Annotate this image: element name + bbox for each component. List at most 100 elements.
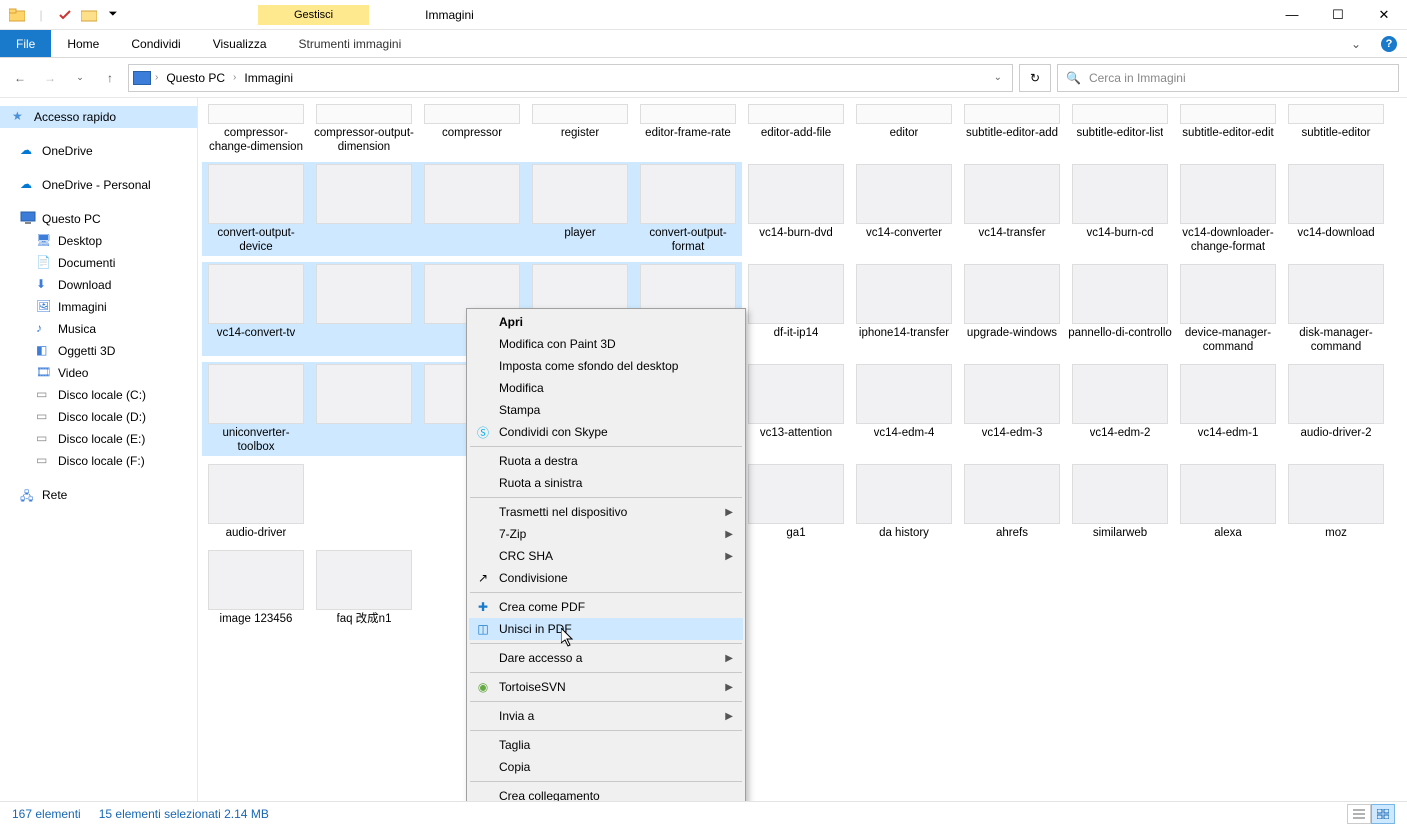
- close-button[interactable]: ✕: [1361, 0, 1407, 30]
- check-properties-icon[interactable]: [54, 4, 76, 26]
- recent-dropdown-icon[interactable]: ⌄: [68, 66, 92, 90]
- tree-disk-f[interactable]: ▭Disco locale (F:): [0, 450, 197, 472]
- tree-documents[interactable]: 📄Documenti: [0, 252, 197, 274]
- up-button[interactable]: ↑: [98, 66, 122, 90]
- view-thumbnails-button[interactable]: [1371, 804, 1395, 824]
- ctx-open[interactable]: Apri: [469, 311, 743, 333]
- tree-disk-d[interactable]: ▭Disco locale (D:): [0, 406, 197, 428]
- ribbon-collapse-icon[interactable]: ⌄: [1341, 30, 1371, 57]
- tree-images[interactable]: 🖼Immagini: [0, 296, 197, 318]
- tree-disk-c[interactable]: ▭Disco locale (C:): [0, 384, 197, 406]
- file-item[interactable]: vc14-burn-cd: [1066, 162, 1174, 256]
- minimize-button[interactable]: —: [1269, 0, 1315, 30]
- tree-music[interactable]: ♪Musica: [0, 318, 197, 340]
- file-item[interactable]: upgrade-windows: [958, 262, 1066, 356]
- tree-desktop[interactable]: 🖥Desktop: [0, 230, 197, 252]
- help-button[interactable]: ?: [1371, 30, 1407, 57]
- ctx-print[interactable]: Stampa: [469, 399, 743, 421]
- file-item[interactable]: subtitle-editor-edit: [1174, 102, 1282, 156]
- file-item[interactable]: register: [526, 102, 634, 156]
- file-item[interactable]: compressor: [418, 102, 526, 156]
- file-item[interactable]: disk-manager-command: [1282, 262, 1390, 356]
- tree-quick-access[interactable]: ★Accesso rapido: [0, 106, 197, 128]
- tab-file[interactable]: File: [0, 30, 51, 57]
- address-bar[interactable]: › Questo PC › Immagini ⌄: [128, 64, 1013, 92]
- tree-network[interactable]: 🖧Rete: [0, 484, 197, 506]
- file-item[interactable]: [310, 262, 418, 356]
- file-item[interactable]: vc13-attention: [742, 362, 850, 456]
- tree-this-pc[interactable]: Questo PC: [0, 208, 197, 230]
- file-item[interactable]: compressor-output-dimension: [310, 102, 418, 156]
- file-item[interactable]: [418, 162, 526, 256]
- chevron-right-icon[interactable]: ›: [155, 72, 158, 83]
- tree-3d-objects[interactable]: ◧Oggetti 3D: [0, 340, 197, 362]
- file-item[interactable]: similarweb: [1066, 462, 1174, 542]
- ctx-rotate-left[interactable]: Ruota a sinistra: [469, 472, 743, 494]
- file-item[interactable]: audio-driver-2: [1282, 362, 1390, 456]
- tab-home[interactable]: Home: [51, 30, 115, 57]
- ctx-give-access[interactable]: Dare accesso a▶: [469, 647, 743, 669]
- tree-download[interactable]: ⬇Download: [0, 274, 197, 296]
- file-item[interactable]: vc14-convert-tv: [202, 262, 310, 356]
- file-item[interactable]: vc14-download: [1282, 162, 1390, 256]
- file-item[interactable]: subtitle-editor-list: [1066, 102, 1174, 156]
- ctx-rotate-right[interactable]: Ruota a destra: [469, 450, 743, 472]
- breadcrumb-folder[interactable]: Immagini: [240, 69, 297, 87]
- file-item[interactable]: editor-add-file: [742, 102, 850, 156]
- file-item[interactable]: [310, 362, 418, 456]
- ctx-merge-pdf[interactable]: ◫Unisci in PDF: [469, 618, 743, 640]
- file-item[interactable]: moz: [1282, 462, 1390, 542]
- file-item[interactable]: ga1: [742, 462, 850, 542]
- file-item[interactable]: subtitle-editor: [1282, 102, 1390, 156]
- file-item[interactable]: vc14-edm-2: [1066, 362, 1174, 456]
- file-item[interactable]: player: [526, 162, 634, 256]
- back-button[interactable]: ←: [8, 66, 32, 90]
- ctx-create-pdf[interactable]: ✚Crea come PDF: [469, 596, 743, 618]
- content-pane[interactable]: compressor-change-dimensioncompressor-ou…: [198, 98, 1407, 801]
- file-item[interactable]: vc14-edm-4: [850, 362, 958, 456]
- file-item[interactable]: iphone14-transfer: [850, 262, 958, 356]
- file-item[interactable]: convert-output-format: [634, 162, 742, 256]
- file-item[interactable]: ahrefs: [958, 462, 1066, 542]
- file-item[interactable]: df-it-ip14: [742, 262, 850, 356]
- file-item[interactable]: vc14-edm-3: [958, 362, 1066, 456]
- file-item[interactable]: uniconverter-toolbox: [202, 362, 310, 456]
- tree-onedrive-personal[interactable]: ☁OneDrive - Personal: [0, 174, 197, 196]
- file-item[interactable]: faq 改成n1: [310, 548, 418, 628]
- view-details-button[interactable]: [1347, 804, 1371, 824]
- tree-disk-e[interactable]: ▭Disco locale (E:): [0, 428, 197, 450]
- file-item[interactable]: editor: [850, 102, 958, 156]
- ctx-copy[interactable]: Copia: [469, 756, 743, 778]
- refresh-button[interactable]: ↻: [1019, 64, 1051, 92]
- file-item[interactable]: convert-output-device: [202, 162, 310, 256]
- breadcrumb-pc[interactable]: Questo PC: [162, 69, 229, 87]
- tab-image-tools[interactable]: Strumenti immagini: [283, 30, 418, 57]
- file-item[interactable]: compressor-change-dimension: [202, 102, 310, 156]
- ctx-share[interactable]: ↗Condivisione: [469, 567, 743, 589]
- ctx-send-to[interactable]: Invia a▶: [469, 705, 743, 727]
- ctx-cut[interactable]: Taglia: [469, 734, 743, 756]
- ctx-create-shortcut[interactable]: Crea collegamento: [469, 785, 743, 801]
- file-item[interactable]: device-manager-command: [1174, 262, 1282, 356]
- ctx-paint3d[interactable]: Modifica con Paint 3D: [469, 333, 743, 355]
- forward-button[interactable]: →: [38, 66, 62, 90]
- ctx-skype[interactable]: ⓈCondividi con Skype: [469, 421, 743, 443]
- ctx-cast[interactable]: Trasmetti nel dispositivo▶: [469, 501, 743, 523]
- file-item[interactable]: vc14-transfer: [958, 162, 1066, 256]
- file-item[interactable]: audio-driver: [202, 462, 310, 542]
- file-item[interactable]: vc14-edm-1: [1174, 362, 1282, 456]
- file-item[interactable]: da history: [850, 462, 958, 542]
- ctx-edit[interactable]: Modifica: [469, 377, 743, 399]
- tab-share[interactable]: Condividi: [115, 30, 196, 57]
- file-item[interactable]: subtitle-editor-add: [958, 102, 1066, 156]
- maximize-button[interactable]: ☐: [1315, 0, 1361, 30]
- folder-open-icon[interactable]: [78, 4, 100, 26]
- file-item[interactable]: [310, 162, 418, 256]
- tree-video[interactable]: 🎞Video: [0, 362, 197, 384]
- file-item[interactable]: vc14-burn-dvd: [742, 162, 850, 256]
- chevron-right-icon[interactable]: ›: [233, 72, 236, 83]
- tree-onedrive[interactable]: ☁OneDrive: [0, 140, 197, 162]
- file-item[interactable]: image 123456: [202, 548, 310, 628]
- qat-dropdown-icon[interactable]: ⏷: [102, 4, 124, 26]
- file-item[interactable]: pannello-di-controllo: [1066, 262, 1174, 356]
